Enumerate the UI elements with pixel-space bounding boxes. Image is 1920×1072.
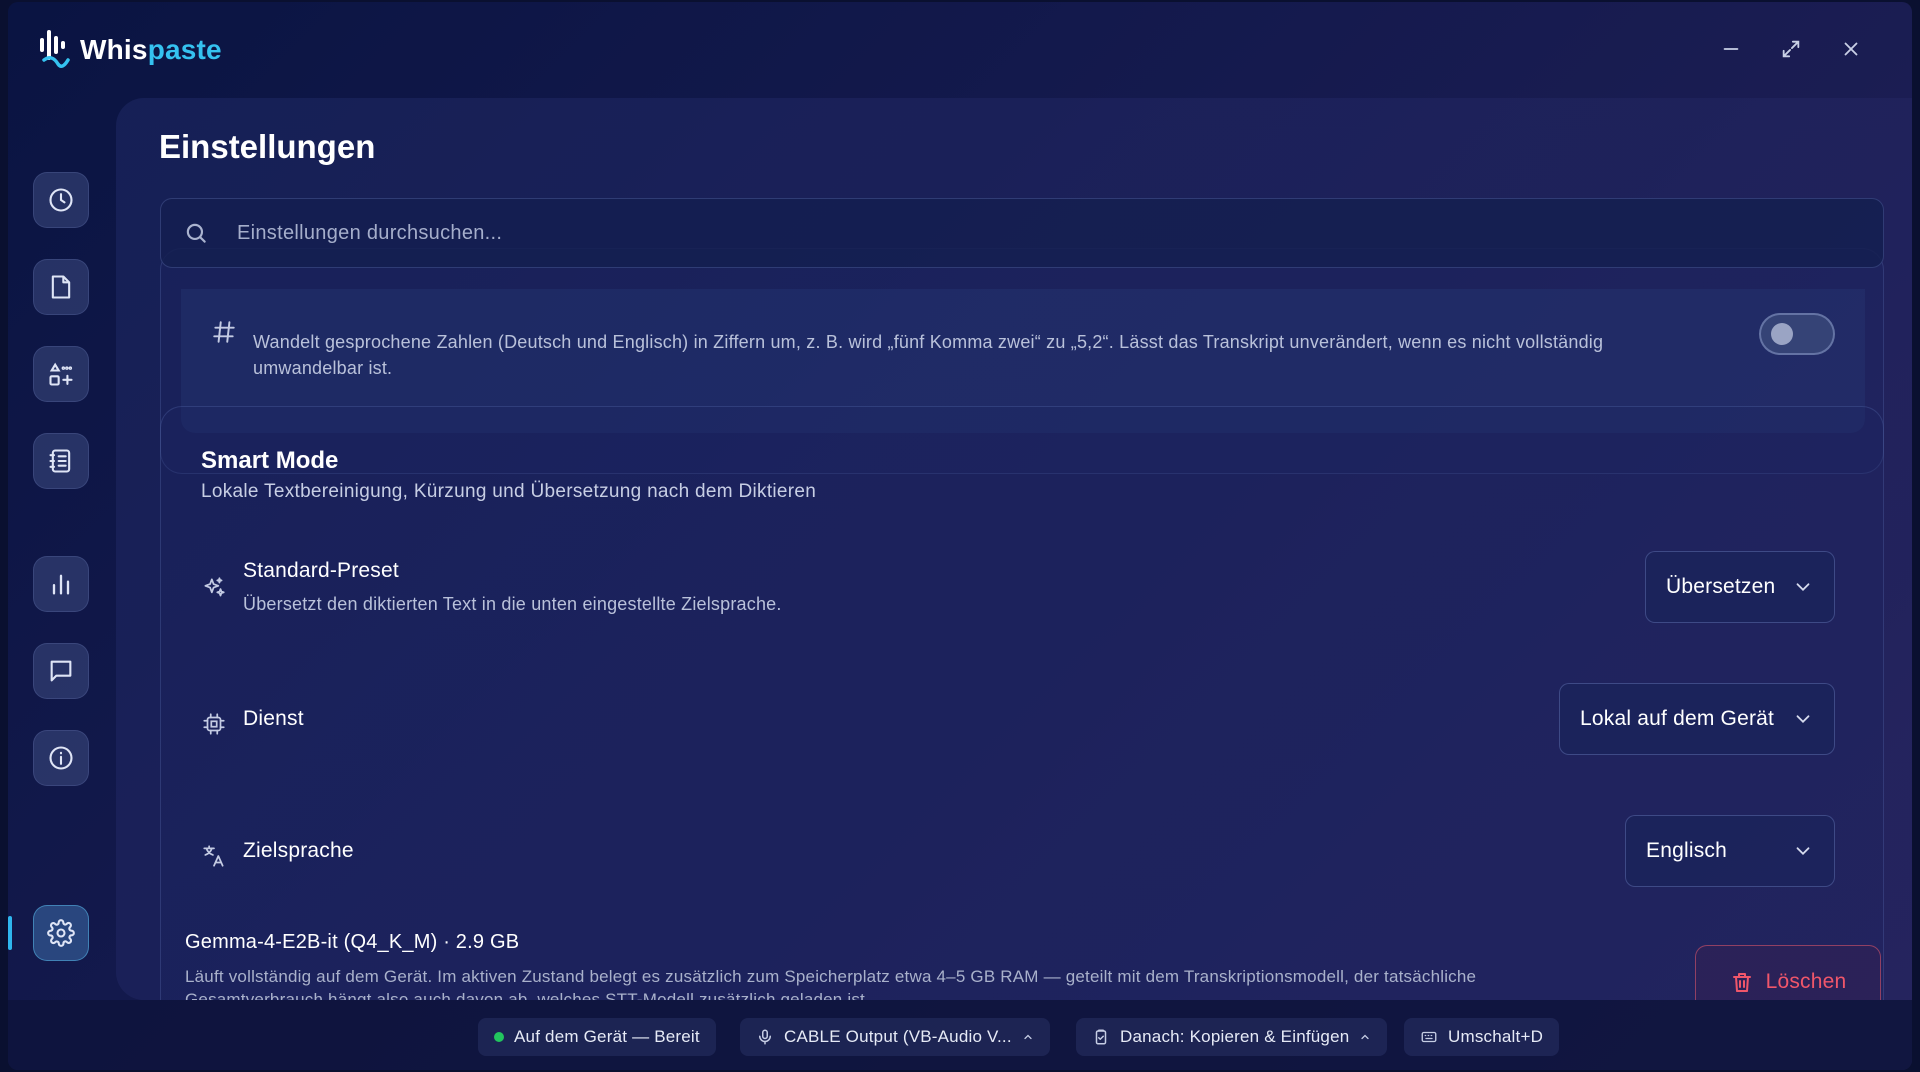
preset-select-value: Übersetzen [1666,575,1776,598]
minimize-icon [1723,48,1739,50]
bar-chart-icon [52,574,70,595]
status-dot [494,1032,504,1042]
after-action-chip[interactable]: Danach: Kopieren & Einfügen [1076,1018,1388,1056]
notebook-icon [49,449,71,473]
minimize-button[interactable] [1716,34,1746,64]
sidebar [8,2,118,1070]
window-controls [1716,34,1866,64]
sidebar-item-files[interactable] [33,259,89,315]
sidebar-item-chat[interactable] [33,643,89,699]
after-action-text: Danach: Kopieren & Einfügen [1120,1027,1350,1046]
clipboard-icon [1095,1029,1107,1045]
delete-label: Löschen [1765,970,1847,993]
close-button[interactable] [1836,34,1866,64]
keyboard-icon [1421,1031,1437,1043]
service-select-value: Lokal auf dem Gerät [1580,707,1775,730]
service-label: Dienst [243,707,304,730]
target-language-label: Zielsprache [243,839,354,862]
search-box [160,198,1884,268]
toggle-knob [1771,323,1793,345]
settings-panel: Einstellungen Wandelt gesprochene Zahlen… [116,98,1912,1000]
microphone-text: CABLE Output (VB-Audio V... [784,1027,1012,1046]
preset-description: Übersetzt den diktierten Text in die unt… [243,594,782,614]
number-conversion-toggle[interactable] [1759,313,1835,355]
model-description: Läuft vollständig auf dem Gerät. Im akti… [185,967,1477,1000]
gear-icon [47,919,75,947]
search-input[interactable] [237,221,1883,245]
chevron-down-icon [1796,583,1810,592]
sidebar-item-history[interactable] [33,172,89,228]
target-language-select[interactable]: Englisch [1625,815,1835,887]
preset-label: Standard-Preset [243,559,399,582]
chat-icon [50,660,72,682]
search-icon [186,223,206,243]
delete-model-button[interactable]: Löschen [1695,945,1881,1000]
info-icon [49,746,73,770]
maximize-icon [1782,40,1800,58]
status-text: Auf dem Gerät — Bereit [514,1027,700,1046]
trash-icon [1732,973,1751,992]
shapes-icon [49,362,73,386]
smart-mode-card: Smart Mode Lokale Textbereinigung, Kürzu… [160,406,1884,1000]
sidebar-item-transform[interactable] [33,346,89,402]
page-title: Einstellungen [159,128,376,165]
clock-icon [49,188,73,212]
sidebar-item-stats[interactable] [33,556,89,612]
number-conversion-description: Wandelt gesprochene Zahlen (Deutsch und … [253,332,1604,378]
sparkles-icon [201,575,227,601]
microphone-chip[interactable]: CABLE Output (VB-Audio V... [740,1018,1050,1056]
smart-mode-title: Smart Mode [201,447,339,474]
translate-icon [201,843,227,869]
smart-mode-subtitle: Lokale Textbereinigung, Kürzung und Über… [201,481,817,502]
app-window: Whispaste Einstellungen Einstellungen du… [8,2,1912,1070]
chevron-up-icon [1361,1034,1370,1040]
sidebar-item-info[interactable] [33,730,89,786]
cpu-icon [201,711,227,737]
hotkey-chip[interactable]: Umschalt+D [1404,1018,1560,1056]
file-icon [51,275,71,299]
sidebar-item-notes[interactable] [33,433,89,489]
microphone-icon [759,1029,771,1045]
model-title: Gemma-4-E2B-it (Q4_K_M) · 2.9 GB [185,931,520,953]
status-bar: Auf dem Gerät — Bereit CABLE Output (VB-… [8,1000,1912,1070]
target-language-select-value: Englisch [1646,839,1727,862]
active-indicator [8,916,12,950]
preset-select[interactable]: Übersetzen [1645,551,1835,623]
status-chip[interactable]: Auf dem Gerät — Bereit [478,1018,716,1056]
maximize-button[interactable] [1776,34,1806,64]
chevron-up-icon [1024,1034,1032,1040]
chevron-down-icon [1796,715,1810,724]
close-icon [1844,42,1858,56]
service-select[interactable]: Lokal auf dem Gerät [1559,683,1835,755]
hotkey-text: Umschalt+D [1448,1027,1544,1046]
hash-icon [211,319,237,345]
sidebar-item-settings[interactable] [33,905,89,961]
chevron-down-icon [1796,847,1810,856]
